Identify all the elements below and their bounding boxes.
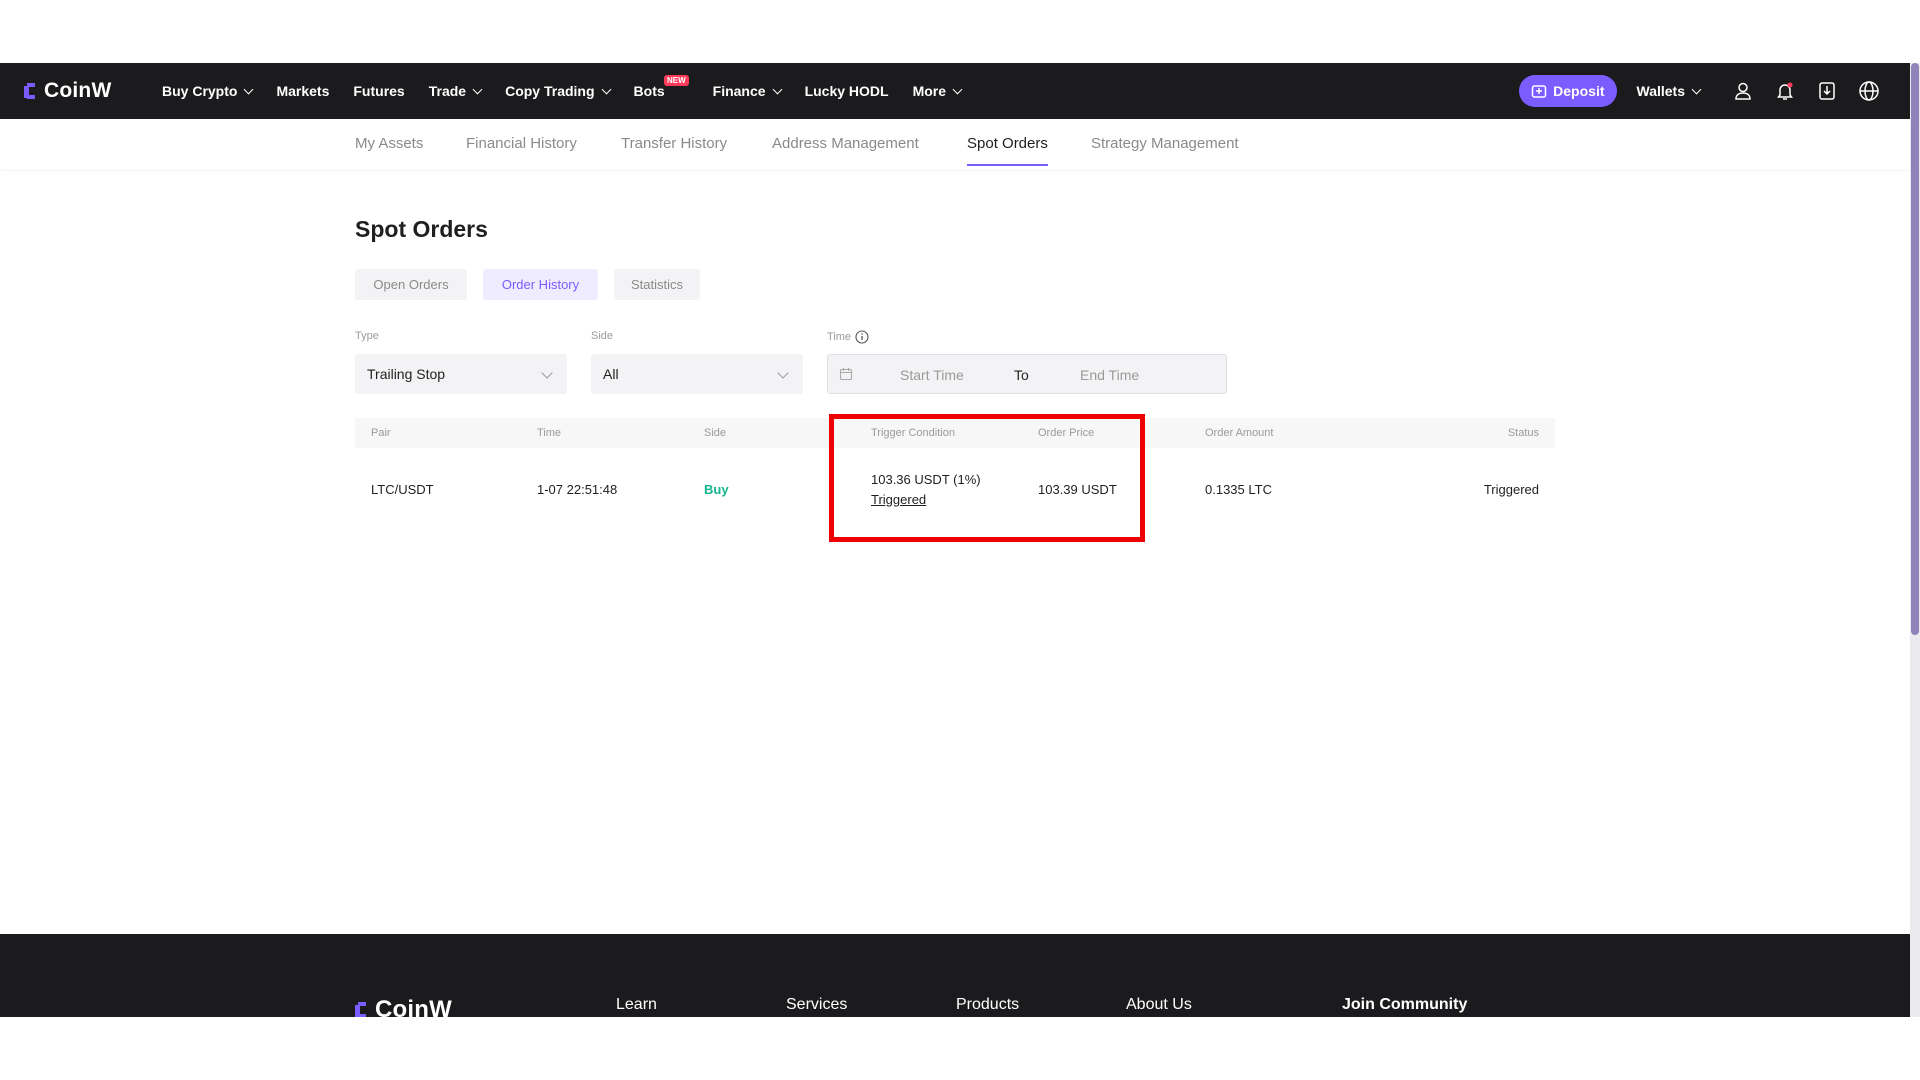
- chevron-down-icon: [244, 84, 254, 94]
- time-filter-label: Time: [827, 330, 869, 344]
- scrollbar-thumb[interactable]: [1911, 63, 1919, 635]
- user-icon[interactable]: [1732, 80, 1754, 102]
- footer-logo-text: CoinW: [375, 996, 452, 1017]
- tab-strategy-management[interactable]: Strategy Management: [1091, 135, 1239, 152]
- nav-copy-trading[interactable]: Copy Trading: [505, 83, 611, 99]
- nav-markets[interactable]: Markets: [276, 83, 329, 99]
- col-side: Side: [704, 427, 727, 439]
- download-icon[interactable]: [1816, 80, 1838, 102]
- chevron-down-icon: [541, 367, 553, 379]
- date-range-picker[interactable]: Start Time To End Time: [827, 354, 1227, 394]
- chevron-down-icon: [772, 84, 783, 94]
- nav-lucky-hodl[interactable]: Lucky HODL: [805, 83, 889, 99]
- row-order-amount: 0.1335 LTC: [1205, 482, 1272, 497]
- info-icon[interactable]: [855, 330, 869, 344]
- nav-trade[interactable]: Trade: [429, 83, 483, 99]
- footer-products[interactable]: Products: [956, 996, 1019, 1014]
- new-badge: NEW: [663, 75, 689, 86]
- footer-learn[interactable]: Learn: [616, 996, 657, 1014]
- tab-my-assets[interactable]: My Assets: [355, 135, 423, 152]
- wallets-dropdown[interactable]: Wallets: [1637, 83, 1702, 99]
- type-filter-label: Type: [355, 330, 379, 342]
- footer-services[interactable]: Services: [786, 996, 847, 1014]
- footer-join-community[interactable]: Join Community: [1342, 996, 1467, 1014]
- highlight-box: [829, 414, 1145, 542]
- order-history-tab[interactable]: Order History: [483, 269, 598, 300]
- chevron-down-icon: [472, 84, 483, 94]
- row-status: Triggered: [1483, 482, 1539, 497]
- bell-icon[interactable]: [1774, 80, 1796, 102]
- row-side: Buy: [704, 482, 729, 497]
- footer-logo[interactable]: CoinW: [355, 996, 452, 1017]
- statistics-tab[interactable]: Statistics: [614, 269, 700, 300]
- end-time-input[interactable]: End Time: [1080, 367, 1139, 383]
- nav-buy-crypto[interactable]: Buy Crypto: [162, 83, 254, 99]
- assets-subnav: My Assets Financial History Transfer His…: [0, 119, 1910, 169]
- side-filter-label: Side: [591, 330, 614, 342]
- start-time-input[interactable]: Start Time: [900, 367, 964, 383]
- top-margin: [0, 0, 1920, 63]
- globe-icon[interactable]: [1858, 80, 1880, 102]
- navbar-actions: Deposit Wallets: [1519, 63, 1880, 119]
- row-pair: LTC/USDT: [371, 482, 434, 497]
- coinw-logo-icon: [355, 1002, 369, 1017]
- chevron-down-icon: [1691, 84, 1702, 94]
- nav-more[interactable]: More: [913, 83, 963, 99]
- type-select[interactable]: Trailing Stop: [355, 354, 567, 394]
- nav-bots[interactable]: Bots NEW: [634, 75, 689, 99]
- coinw-logo-text: CoinW: [44, 79, 112, 102]
- col-time: Time: [537, 427, 562, 439]
- type-select-value: Trailing Stop: [367, 366, 446, 382]
- row-time: 1-07 22:51:48: [537, 482, 618, 497]
- main-menu: Buy Crypto Markets Futures Trade Copy Tr…: [162, 63, 985, 119]
- tab-spot-orders[interactable]: Spot Orders: [967, 135, 1048, 166]
- footer: CoinW Learn Services Products About Us J…: [0, 934, 1910, 1017]
- tab-transfer-history[interactable]: Transfer History: [621, 135, 727, 152]
- top-navbar: CoinW Buy Crypto Markets Futures Trade C…: [0, 63, 1910, 119]
- nav-finance[interactable]: Finance: [713, 83, 783, 99]
- chevron-down-icon: [777, 367, 789, 379]
- coinw-logo[interactable]: CoinW: [24, 63, 111, 119]
- tab-financial-history[interactable]: Financial History: [466, 135, 577, 152]
- chevron-down-icon: [952, 84, 963, 94]
- bottom-margin: [0, 1017, 1920, 1080]
- col-pair: Pair: [371, 427, 391, 439]
- chevron-down-icon: [601, 84, 611, 94]
- footer-about-us[interactable]: About Us: [1126, 996, 1192, 1014]
- deposit-icon: [1531, 85, 1547, 98]
- page-scrollbar[interactable]: [1910, 63, 1920, 1017]
- coinw-logo-icon: [24, 83, 38, 99]
- open-orders-tab[interactable]: Open Orders: [355, 269, 467, 300]
- nav-futures[interactable]: Futures: [353, 83, 404, 99]
- tab-address-management[interactable]: Address Management: [772, 135, 919, 152]
- date-to-label: To: [1014, 367, 1029, 383]
- col-order-amount: Order Amount: [1205, 427, 1274, 439]
- calendar-icon: [839, 368, 853, 381]
- deposit-button[interactable]: Deposit: [1519, 75, 1617, 107]
- side-select[interactable]: All: [591, 354, 803, 394]
- page-title: Spot Orders: [355, 216, 488, 242]
- side-select-value: All: [603, 366, 619, 382]
- col-status: Status: [1507, 427, 1539, 439]
